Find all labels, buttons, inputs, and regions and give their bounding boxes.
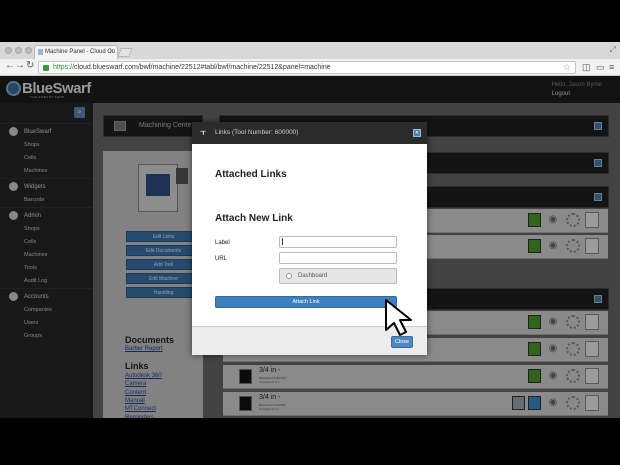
tab-title: Machine Panel - Cloud Co: [45, 49, 116, 55]
extension-icon[interactable]: ◫: [582, 62, 591, 73]
fullscreen-icon[interactable]: ⤢: [610, 45, 616, 55]
modal-header: ⫟ Links (Tool Number: 600000) ✕: [192, 122, 427, 144]
reload-icon[interactable]: ↻: [26, 60, 34, 71]
favicon-icon: [38, 49, 43, 55]
screen: Machine Panel - Cloud Co ✕ ⤢ ← → ↻ https…: [0, 0, 620, 465]
attach-new-link-heading: Attach New Link: [215, 213, 293, 224]
minimize-window-dot[interactable]: [15, 47, 22, 54]
close-modal-icon[interactable]: ✕: [413, 129, 421, 137]
label-field-label: Label: [215, 240, 230, 246]
tab-strip: Machine Panel - Cloud Co ✕ ⤢: [0, 42, 620, 59]
bookmark-star-icon[interactable]: ☆: [563, 62, 571, 73]
url-text: cloud.blueswarf.com/bwf/machine/22512#ta…: [74, 64, 331, 71]
label-input[interactable]: [279, 236, 397, 248]
lock-icon: [43, 65, 49, 71]
url-input[interactable]: [279, 252, 397, 264]
mouse-pointer-icon: [385, 299, 412, 336]
new-tab-button[interactable]: [117, 48, 133, 57]
tool-icon: ⫟: [200, 126, 207, 138]
close-tab-icon[interactable]: ✕: [109, 48, 114, 55]
forward-icon[interactable]: →: [15, 60, 25, 71]
browser-tab[interactable]: Machine Panel - Cloud Co ✕: [34, 45, 118, 59]
text-caret: [282, 238, 283, 245]
back-icon[interactable]: ←: [5, 60, 15, 71]
radio-icon[interactable]: [286, 273, 292, 279]
browser-toolbar: ← → ↻ https://cloud.blueswarf.com/bwf/ma…: [0, 59, 620, 76]
attach-link-button[interactable]: Attach Link: [215, 296, 397, 308]
zoom-window-dot[interactable]: [25, 47, 32, 54]
cast-icon[interactable]: ▭: [596, 62, 605, 73]
dashboard-option-label: Dashboard: [298, 273, 328, 279]
dashboard-option[interactable]: Dashboard: [279, 268, 397, 284]
attached-links-heading: Attached Links: [215, 169, 287, 180]
menu-icon[interactable]: ≡: [609, 62, 614, 72]
close-window-dot[interactable]: [5, 47, 12, 54]
url-field-label: URL: [215, 256, 228, 262]
modal-title: Links (Tool Number: 600000): [215, 129, 299, 136]
url-scheme: https://: [53, 64, 75, 71]
address-bar[interactable]: https://cloud.blueswarf.com/bwf/machine/…: [38, 61, 576, 74]
